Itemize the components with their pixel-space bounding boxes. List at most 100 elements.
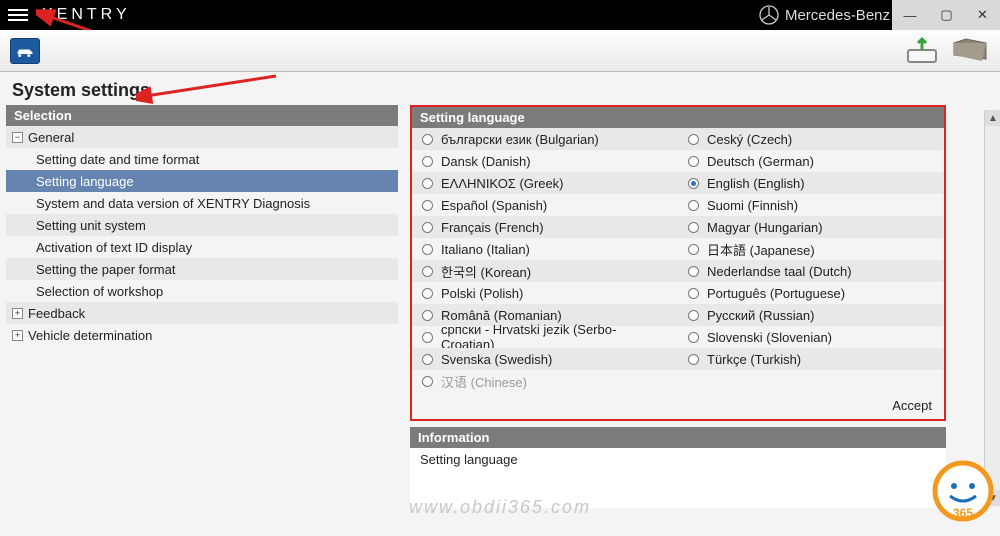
language-option[interactable]: Português (Portuguese) — [678, 282, 944, 304]
language-label: Italiano (Italian) — [441, 242, 530, 257]
language-option[interactable]: Русский (Russian) — [678, 304, 944, 326]
information-panel: Information Setting language — [410, 427, 946, 508]
language-option[interactable]: Svenska (Swedish) — [412, 348, 678, 370]
radio-icon[interactable] — [422, 178, 433, 189]
language-option[interactable]: English (English) — [678, 172, 944, 194]
language-label: Polski (Polish) — [441, 286, 523, 301]
language-option[interactable]: Deutsch (German) — [678, 150, 944, 172]
tree-item-datetime[interactable]: Setting date and time format — [6, 148, 398, 170]
scroll-up-icon[interactable]: ▲ — [985, 110, 1000, 126]
language-option[interactable]: Magyar (Hungarian) — [678, 216, 944, 238]
language-option[interactable]: српски - Hrvatski jezik (Serbo-Croatian) — [412, 326, 678, 348]
language-option[interactable]: Polski (Polish) — [412, 282, 678, 304]
radio-icon[interactable] — [422, 200, 433, 211]
language-label: Română (Romanian) — [441, 308, 562, 323]
information-header: Information — [410, 427, 946, 448]
radio-icon[interactable] — [422, 354, 433, 365]
language-option[interactable]: Nederlandse taal (Dutch) — [678, 260, 944, 282]
language-label: български език (Bulgarian) — [441, 132, 599, 147]
language-list: български език (Bulgarian) Ceský (Czech) D… — [412, 128, 944, 392]
radio-icon[interactable] — [422, 266, 433, 277]
language-option[interactable]: ΕΛΛΗΝΙΚΟΣ (Greek) — [412, 172, 678, 194]
language-option[interactable]: Italiano (Italian) — [412, 238, 678, 260]
radio-icon[interactable] — [688, 134, 699, 145]
close-button[interactable]: ✕ — [964, 0, 1000, 30]
language-option[interactable]: Türkçe (Turkish) — [678, 348, 944, 370]
radio-icon[interactable] — [422, 156, 433, 167]
language-option[interactable]: Slovenski (Slovenian) — [678, 326, 944, 348]
upload-scanner-icon[interactable] — [904, 36, 940, 66]
radio-icon[interactable] — [688, 156, 699, 167]
tree-item-workshop[interactable]: Selection of workshop — [6, 280, 398, 302]
radio-icon[interactable] — [688, 332, 699, 343]
menu-icon[interactable] — [8, 9, 28, 21]
maximize-button[interactable]: ▢ — [928, 0, 964, 30]
mercedes-logo-icon — [759, 5, 779, 25]
language-option[interactable]: Suomi (Finnish) — [678, 194, 944, 216]
language-label: Slovenski (Slovenian) — [707, 330, 832, 345]
page-title: System settings — [0, 72, 1000, 105]
window-controls: — ▢ ✕ — [892, 0, 1000, 30]
language-label: 日本語 (Japanese) — [707, 240, 815, 259]
tree-item-textid[interactable]: Activation of text ID display — [6, 236, 398, 258]
obd365-logo-icon: 365 — [932, 460, 994, 522]
radio-icon[interactable] — [688, 288, 699, 299]
tree-group-vehicle-determination[interactable]: + Vehicle determination — [6, 324, 398, 346]
language-option[interactable]: Español (Spanish) — [412, 194, 678, 216]
language-label: Svenska (Swedish) — [441, 352, 552, 367]
language-label: Dansk (Danish) — [441, 154, 531, 169]
setting-language-header: Setting language — [412, 107, 944, 128]
radio-icon[interactable] — [422, 332, 433, 343]
radio-icon[interactable] — [422, 244, 433, 255]
language-label: Deutsch (German) — [707, 154, 814, 169]
titlebar: XENTRY Mercedes-Benz — ▢ ✕ — [0, 0, 1000, 30]
language-label: Español (Spanish) — [441, 198, 547, 213]
language-option[interactable]: Français (French) — [412, 216, 678, 238]
language-option[interactable]: Dansk (Danish) — [412, 150, 678, 172]
radio-icon[interactable] — [688, 266, 699, 277]
tree-item-version[interactable]: System and data version of XENTRY Diagno… — [6, 192, 398, 214]
language-option[interactable]: български език (Bulgarian) — [412, 128, 678, 150]
language-label: English (English) — [707, 176, 805, 191]
radio-icon[interactable] — [688, 200, 699, 211]
collapse-icon[interactable]: − — [12, 132, 23, 143]
expand-icon[interactable]: + — [12, 308, 23, 319]
language-option — [678, 370, 944, 392]
language-label: Français (French) — [441, 220, 544, 235]
radio-icon[interactable] — [422, 310, 433, 321]
language-option[interactable]: Ceský (Czech) — [678, 128, 944, 150]
brand-label: Mercedes-Benz — [759, 0, 890, 30]
tree-item-language[interactable]: Setting language — [6, 170, 398, 192]
tree-item-paper[interactable]: Setting the paper format — [6, 258, 398, 280]
language-label: Nederlandse taal (Dutch) — [707, 264, 852, 279]
expand-icon[interactable]: + — [12, 330, 23, 341]
radio-icon[interactable] — [422, 288, 433, 299]
language-option[interactable]: 한국의 (Korean) — [412, 260, 678, 282]
vehicle-button[interactable] — [10, 38, 40, 64]
radio-icon[interactable] — [688, 310, 699, 321]
language-label: 汉语 (Chinese) — [441, 372, 527, 391]
language-label: ΕΛΛΗΝΙΚΟΣ (Greek) — [441, 176, 564, 191]
tree-item-units[interactable]: Setting unit system — [6, 214, 398, 236]
language-label: Türkçe (Turkish) — [707, 352, 801, 367]
information-body: Setting language — [410, 448, 946, 508]
radio-icon[interactable] — [422, 134, 433, 145]
language-label: 한국의 (Korean) — [441, 262, 531, 281]
radio-icon[interactable] — [688, 178, 699, 189]
folder-icon[interactable] — [952, 36, 988, 66]
app-title: XENTRY — [42, 6, 131, 24]
selection-panel: Selection − General Setting date and tim… — [6, 105, 398, 508]
minimize-button[interactable]: — — [892, 0, 928, 30]
tree-group-feedback[interactable]: + Feedback — [6, 302, 398, 324]
radio-icon[interactable] — [688, 244, 699, 255]
vertical-scrollbar[interactable]: ▲ ▼ — [984, 110, 1000, 506]
svg-text:365: 365 — [953, 506, 973, 520]
radio-icon[interactable] — [422, 222, 433, 233]
radio-icon[interactable] — [688, 354, 699, 365]
radio-icon[interactable] — [688, 222, 699, 233]
tree-group-general[interactable]: − General — [6, 126, 398, 148]
language-label: Suomi (Finnish) — [707, 198, 798, 213]
language-option: 汉语 (Chinese) — [412, 370, 678, 392]
language-option[interactable]: 日本語 (Japanese) — [678, 238, 944, 260]
accept-button[interactable]: Accept — [892, 398, 932, 413]
